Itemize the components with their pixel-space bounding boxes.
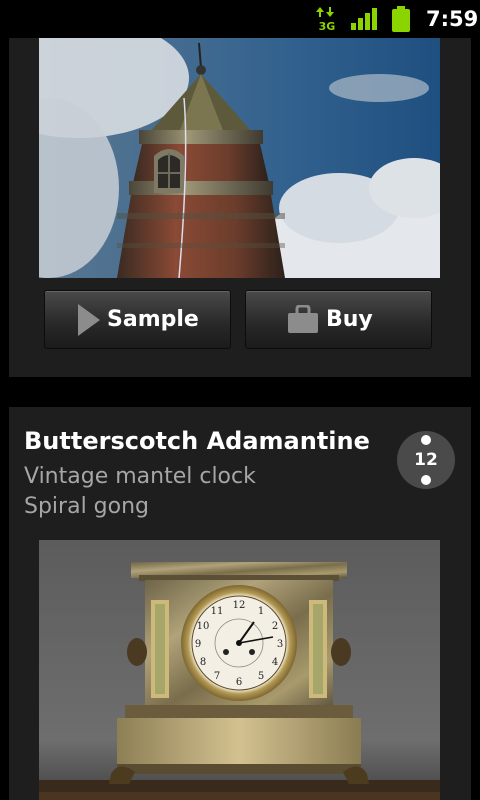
list-item[interactable]: Butterscotch Adamantine Vintage mantel c… xyxy=(9,407,471,800)
shopping-bag-icon xyxy=(288,305,318,333)
svg-text:9: 9 xyxy=(195,639,201,650)
svg-text:12: 12 xyxy=(233,600,246,611)
battery-icon xyxy=(392,6,410,32)
badge-dot-bottom xyxy=(421,475,431,485)
item-title: Butterscotch Adamantine xyxy=(24,427,370,455)
svg-text:2: 2 xyxy=(272,621,278,632)
count-badge[interactable]: 12 xyxy=(397,431,455,489)
data-transfer-icon: 3G xyxy=(316,7,336,32)
svg-text:1: 1 xyxy=(258,606,264,617)
svg-text:10: 10 xyxy=(197,621,210,632)
buy-button-label: Buy xyxy=(326,307,373,332)
mantel-clock-photo: 12 1 2 3 4 5 6 7 8 9 10 11 xyxy=(39,540,440,800)
badge-count: 12 xyxy=(414,450,438,470)
svg-text:6: 6 xyxy=(236,677,242,688)
status-time: 7:59 xyxy=(426,7,479,31)
sample-button-label: Sample xyxy=(107,307,199,332)
status-bar: 3G 7:59 xyxy=(0,0,480,38)
svg-text:4: 4 xyxy=(272,657,278,668)
svg-text:3: 3 xyxy=(277,639,283,650)
network-type-label: 3G xyxy=(319,20,336,32)
sample-button[interactable]: Sample xyxy=(44,290,231,349)
signal-strength-icon xyxy=(351,8,377,30)
item-subtitle: Vintage mantel clock xyxy=(24,464,256,489)
svg-text:11: 11 xyxy=(211,606,224,617)
play-icon xyxy=(78,304,100,336)
content-list[interactable]: Sample Buy Butterscotch Adamantine Vinta… xyxy=(0,38,480,800)
svg-text:5: 5 xyxy=(258,671,264,682)
list-item: Sample Buy xyxy=(9,38,471,377)
tower-photo xyxy=(39,38,440,278)
badge-dot-top xyxy=(421,435,431,445)
svg-text:7: 7 xyxy=(214,671,220,682)
buy-button[interactable]: Buy xyxy=(245,290,432,349)
item-subtitle: Spiral gong xyxy=(24,494,150,519)
svg-text:8: 8 xyxy=(200,657,206,668)
